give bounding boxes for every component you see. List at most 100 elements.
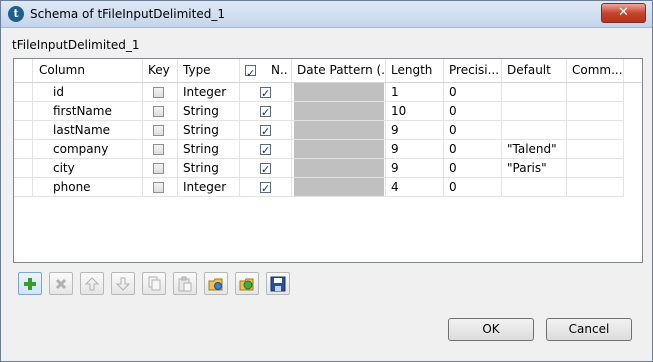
header-column[interactable]: Column (33, 59, 143, 82)
table-header: Column Key Type N.. Date Pattern (... Le… (14, 59, 642, 83)
table-row[interactable]: firstName String 10 0 (14, 102, 642, 121)
header-default[interactable]: Default (502, 59, 567, 82)
type-cell[interactable]: Integer (178, 178, 240, 197)
header-filler (624, 59, 642, 82)
type-cell[interactable]: String (178, 159, 240, 178)
comment-cell[interactable] (567, 121, 624, 140)
default-cell[interactable]: "Talend" (502, 140, 567, 159)
column-name-cell[interactable]: company (33, 140, 143, 159)
header-key[interactable]: Key (143, 59, 178, 82)
header-nullable-label: N.. (271, 63, 288, 77)
remove-row-button[interactable] (49, 272, 73, 295)
nullable-cell[interactable] (240, 102, 292, 121)
date-pattern-cell (292, 83, 386, 102)
precision-cell[interactable]: 0 (444, 102, 502, 121)
precision-cell[interactable]: 0 (444, 140, 502, 159)
key-cell[interactable] (143, 121, 178, 140)
key-cell[interactable] (143, 102, 178, 121)
key-checkbox[interactable] (153, 163, 164, 174)
date-pattern-cell (292, 159, 386, 178)
type-cell[interactable]: String (178, 102, 240, 121)
nullable-checkbox[interactable] (260, 122, 271, 139)
nullable-select-all-checkbox[interactable] (245, 62, 256, 82)
nullable-cell[interactable] (240, 140, 292, 159)
default-cell[interactable]: "Paris" (502, 159, 567, 178)
row-marker (14, 121, 33, 140)
add-row-button[interactable] (18, 272, 42, 295)
move-down-button[interactable] (111, 272, 135, 295)
key-checkbox[interactable] (153, 87, 164, 98)
key-checkbox[interactable] (153, 182, 164, 193)
nullable-cell[interactable] (240, 159, 292, 178)
import-schema-button[interactable] (204, 272, 228, 295)
comment-cell[interactable] (567, 140, 624, 159)
table-row[interactable]: lastName String 9 0 (14, 121, 642, 140)
header-date-pattern[interactable]: Date Pattern (... (292, 59, 386, 82)
paste-button[interactable] (173, 272, 197, 295)
remove-icon (55, 278, 67, 290)
column-name-cell[interactable]: firstName (33, 102, 143, 121)
precision-cell[interactable]: 0 (444, 178, 502, 197)
default-cell[interactable] (502, 121, 567, 140)
type-cell[interactable]: Integer (178, 83, 240, 102)
table-row[interactable]: city String 9 0 "Paris" (14, 159, 642, 178)
default-cell[interactable] (502, 178, 567, 197)
length-cell[interactable]: 1 (386, 83, 444, 102)
comment-cell[interactable] (567, 102, 624, 121)
length-cell[interactable]: 9 (386, 159, 444, 178)
cancel-button[interactable]: Cancel (546, 318, 632, 341)
column-name-cell[interactable]: phone (33, 178, 143, 197)
nullable-checkbox[interactable] (260, 141, 271, 158)
key-cell[interactable] (143, 178, 178, 197)
key-cell[interactable] (143, 159, 178, 178)
column-name-cell[interactable]: lastName (33, 121, 143, 140)
move-up-button[interactable] (80, 272, 104, 295)
table-row[interactable]: company String 9 0 "Talend" (14, 140, 642, 159)
table-row[interactable]: id Integer 1 0 (14, 83, 642, 102)
type-cell[interactable]: String (178, 121, 240, 140)
comment-cell[interactable] (567, 178, 624, 197)
type-cell[interactable]: String (178, 140, 240, 159)
header-nullable[interactable]: N.. (240, 59, 292, 82)
nullable-cell[interactable] (240, 121, 292, 140)
component-label: tFileInputDelimited_1 (12, 38, 140, 52)
header-type[interactable]: Type (178, 59, 240, 82)
nullable-cell[interactable] (240, 83, 292, 102)
length-cell[interactable]: 9 (386, 121, 444, 140)
table-row[interactable]: phone Integer 4 0 (14, 178, 642, 197)
copy-button[interactable] (142, 272, 166, 295)
length-cell[interactable]: 10 (386, 102, 444, 121)
header-comment[interactable]: Comm... (567, 59, 624, 82)
default-cell[interactable] (502, 83, 567, 102)
close-button[interactable]: ✕ (601, 3, 646, 23)
save-schema-button[interactable] (266, 272, 290, 295)
key-cell[interactable] (143, 83, 178, 102)
nullable-checkbox[interactable] (260, 103, 271, 120)
column-name-cell[interactable]: id (33, 83, 143, 102)
header-length[interactable]: Length (386, 59, 444, 82)
precision-cell[interactable]: 0 (444, 159, 502, 178)
date-pattern-cell (292, 178, 386, 197)
nullable-checkbox[interactable] (260, 179, 271, 196)
length-cell[interactable]: 9 (386, 140, 444, 159)
row-marker (14, 159, 33, 178)
nullable-checkbox[interactable] (260, 160, 271, 177)
nullable-cell[interactable] (240, 178, 292, 197)
comment-cell[interactable] (567, 83, 624, 102)
key-checkbox[interactable] (153, 125, 164, 136)
key-checkbox[interactable] (153, 144, 164, 155)
comment-cell[interactable] (567, 159, 624, 178)
key-cell[interactable] (143, 140, 178, 159)
precision-cell[interactable]: 0 (444, 121, 502, 140)
precision-cell[interactable]: 0 (444, 83, 502, 102)
length-cell[interactable]: 4 (386, 178, 444, 197)
default-cell[interactable] (502, 102, 567, 121)
header-precision[interactable]: Precisi... (444, 59, 502, 82)
key-checkbox[interactable] (153, 106, 164, 117)
ok-button[interactable]: OK (448, 318, 534, 341)
nullable-checkbox[interactable] (260, 84, 271, 101)
row-header-corner (14, 59, 33, 82)
export-schema-button[interactable] (235, 272, 259, 295)
date-pattern-disabled (294, 159, 384, 177)
column-name-cell[interactable]: city (33, 159, 143, 178)
